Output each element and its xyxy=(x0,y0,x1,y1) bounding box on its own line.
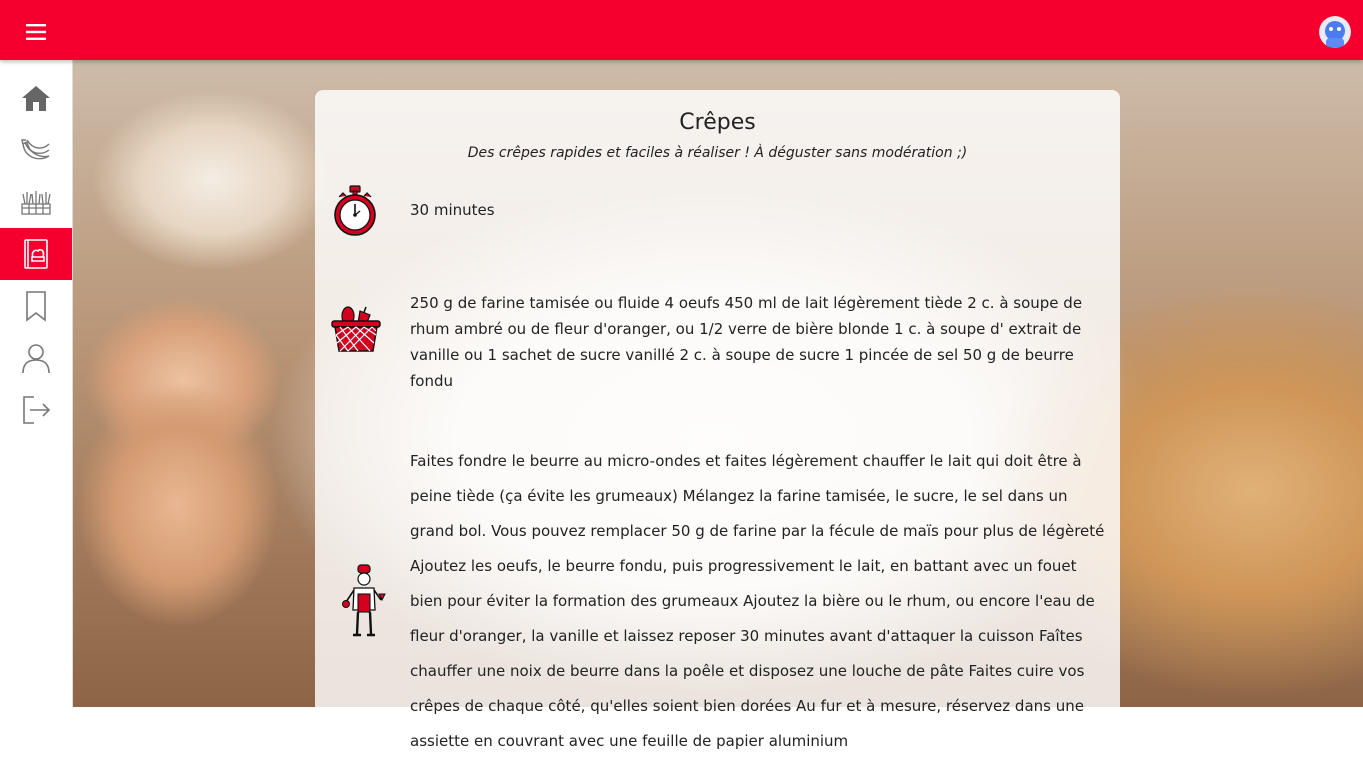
recipe-steps: Faites fondre le beurre au micro-ondes e… xyxy=(410,452,1105,750)
sidebar-item-logout[interactable] xyxy=(0,384,72,436)
user-avatar-icon[interactable] xyxy=(1319,16,1351,48)
recipe-ingredients: 250 g de farine tamisée ou fluide 4 oeuf… xyxy=(410,294,1083,390)
recipe-book-icon xyxy=(24,239,48,269)
chef-icon xyxy=(341,564,387,642)
recipe-title: Crêpes xyxy=(679,110,756,135)
top-app-bar xyxy=(0,0,1363,60)
hamburger-menu-icon[interactable] xyxy=(20,18,52,46)
sidebar-nav xyxy=(0,60,73,707)
logout-icon xyxy=(23,396,51,424)
vegetables-icon xyxy=(21,191,51,215)
sidebar-item-vegetables[interactable] xyxy=(0,176,72,228)
bookmark-icon xyxy=(26,291,46,322)
sidebar-item-recipes[interactable] xyxy=(0,228,72,280)
recipe-subtitle: Des crêpes rapides et faciles à réaliser… xyxy=(467,145,968,161)
banana-icon xyxy=(21,139,50,160)
recipe-card: Crêpes Des crêpes rapides et faciles à r… xyxy=(315,90,1120,750)
user-icon xyxy=(22,344,50,374)
sidebar-item-bookmarks[interactable] xyxy=(0,280,72,332)
home-icon xyxy=(22,86,50,111)
sidebar-item-profile[interactable] xyxy=(0,332,72,384)
basket-icon xyxy=(330,303,382,359)
sidebar-item-bananas[interactable] xyxy=(0,124,72,176)
stopwatch-icon xyxy=(333,185,377,241)
recipe-time: 30 minutes xyxy=(410,201,495,219)
sidebar-item-home[interactable] xyxy=(0,72,72,124)
